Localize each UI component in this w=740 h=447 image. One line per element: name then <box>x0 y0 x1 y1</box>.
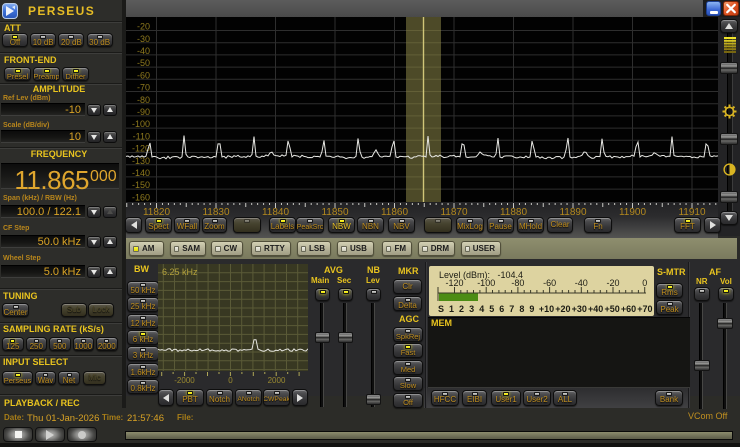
svg-text:5: 5 <box>489 304 494 314</box>
svg-text:-60: -60 <box>543 278 556 288</box>
svg-text:-100: -100 <box>477 278 495 288</box>
svg-text:-40: -40 <box>575 278 588 288</box>
svg-text:11890: 11890 <box>559 207 587 217</box>
svg-text:-50: -50 <box>137 58 150 68</box>
svg-text:-90: -90 <box>137 107 150 117</box>
svg-text:2: 2 <box>459 304 464 314</box>
svg-text:3: 3 <box>469 304 474 314</box>
svg-text:+10: +10 <box>539 304 554 314</box>
svg-text:1: 1 <box>449 304 454 314</box>
svg-text:2000: 2000 <box>268 376 286 384</box>
svg-text:4: 4 <box>479 304 484 314</box>
svg-text:+20: +20 <box>555 304 570 314</box>
svg-text:0: 0 <box>642 278 647 288</box>
svg-text:-20: -20 <box>606 278 619 288</box>
svg-text:-160: -160 <box>132 192 150 202</box>
svg-text:11860: 11860 <box>381 207 409 217</box>
svg-text:11880: 11880 <box>500 207 528 217</box>
svg-text:+60: +60 <box>621 304 636 314</box>
svg-text:11850: 11850 <box>321 207 349 217</box>
svg-text:+40: +40 <box>588 304 603 314</box>
svg-text:-60: -60 <box>137 70 150 80</box>
svg-text:-20: -20 <box>137 22 150 32</box>
svg-text:-2000: -2000 <box>174 376 195 384</box>
svg-text:9: 9 <box>529 304 534 314</box>
svg-text:11900: 11900 <box>619 207 647 217</box>
svg-text:8: 8 <box>519 304 524 314</box>
svg-text:11820: 11820 <box>143 207 171 217</box>
svg-text:-120: -120 <box>445 278 463 288</box>
svg-text:-40: -40 <box>137 46 150 56</box>
svg-text:+50: +50 <box>604 304 619 314</box>
svg-text:+70: +70 <box>637 304 652 314</box>
svg-text:-100: -100 <box>132 119 150 129</box>
svg-text:-150: -150 <box>132 180 150 190</box>
svg-text:11830: 11830 <box>202 207 230 217</box>
svg-text:6: 6 <box>499 304 504 314</box>
svg-text:-80: -80 <box>511 278 524 288</box>
svg-text:S: S <box>438 304 444 314</box>
svg-text:6.25 kHz: 6.25 kHz <box>162 267 198 277</box>
svg-text:-80: -80 <box>137 95 150 105</box>
svg-text:-70: -70 <box>137 83 150 93</box>
svg-text:0: 0 <box>228 376 233 384</box>
svg-text:-140: -140 <box>132 168 150 178</box>
svg-text:-110: -110 <box>133 131 150 141</box>
svg-text:11870: 11870 <box>440 207 468 217</box>
svg-text:7: 7 <box>509 304 514 314</box>
svg-text:-30: -30 <box>137 34 150 44</box>
svg-text:+30: +30 <box>572 304 587 314</box>
svg-text:11840: 11840 <box>262 207 290 217</box>
svg-text:11910: 11910 <box>678 207 706 217</box>
